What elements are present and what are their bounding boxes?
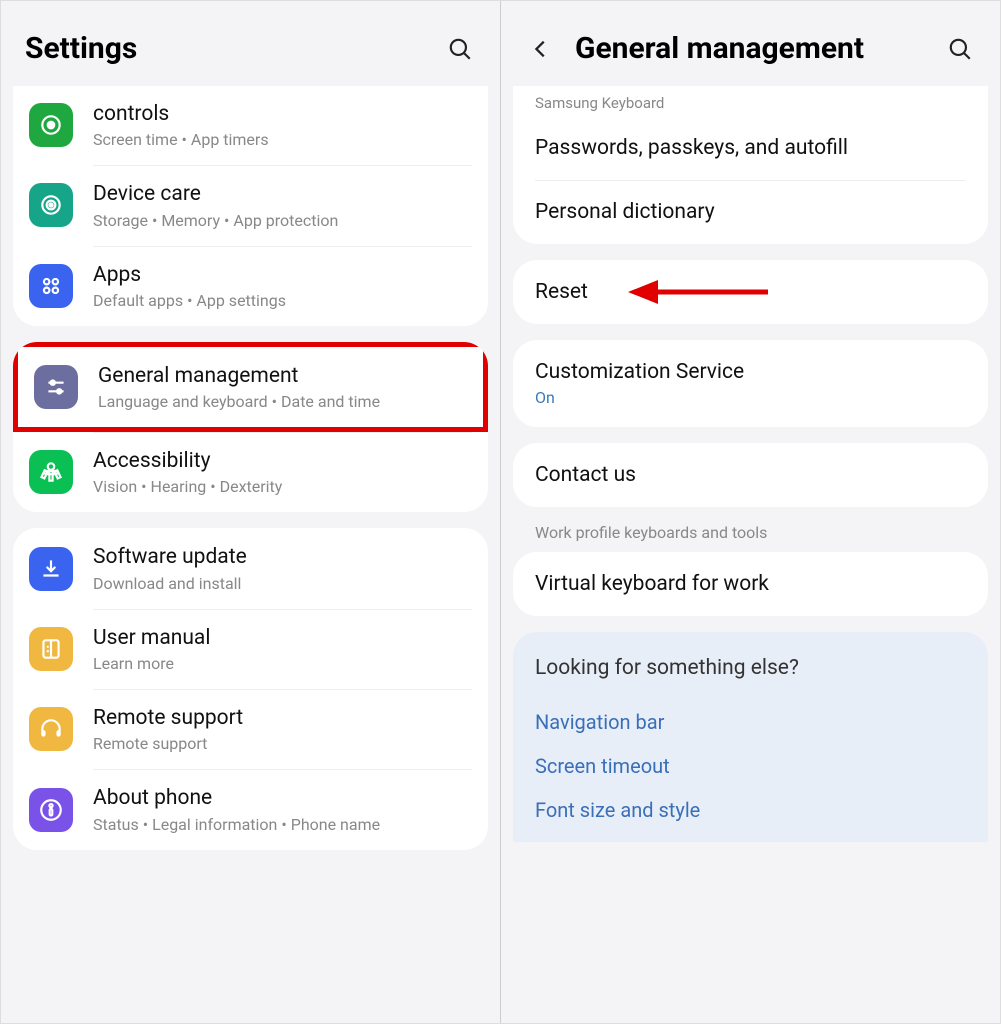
item-title: Customization Service bbox=[535, 360, 966, 384]
download-icon bbox=[29, 547, 73, 591]
gm-item-reset[interactable]: Reset bbox=[513, 260, 988, 324]
item-subtitle: Remote support bbox=[93, 734, 472, 753]
search-icon bbox=[947, 36, 973, 62]
item-title: Accessibility bbox=[93, 448, 472, 475]
book-icon bbox=[29, 627, 73, 671]
search-button[interactable] bbox=[944, 33, 976, 65]
gm-item-customization[interactable]: Customization Service On bbox=[513, 340, 988, 427]
settings-group: General management Language and keyboard… bbox=[13, 342, 488, 513]
grid-icon bbox=[29, 264, 73, 308]
info-icon bbox=[29, 788, 73, 832]
suggestions-card: Looking for something else? Navigation ba… bbox=[513, 632, 988, 842]
settings-item-digital-wellbeing[interactable]: controls Screen time • App timers bbox=[13, 86, 488, 165]
settings-title: Settings bbox=[25, 31, 444, 66]
settings-group: Software update Download and install Use… bbox=[13, 528, 488, 849]
suggestion-link[interactable]: Font size and style bbox=[535, 788, 966, 832]
item-title: Personal dictionary bbox=[535, 200, 966, 224]
item-text: Accessibility Vision • Hearing • Dexteri… bbox=[93, 448, 472, 496]
target-icon bbox=[29, 103, 73, 147]
radar-icon bbox=[29, 183, 73, 227]
gm-header: General management bbox=[501, 1, 1000, 86]
person-icon bbox=[29, 450, 73, 494]
item-text: Software update Download and install bbox=[93, 544, 472, 592]
samsung-keyboard-hint: Samsung Keyboard bbox=[513, 86, 988, 116]
item-title: Apps bbox=[93, 262, 472, 289]
gm-group: Customization Service On bbox=[513, 340, 988, 427]
item-subtitle: Default apps • App settings bbox=[93, 291, 472, 310]
search-button[interactable] bbox=[444, 33, 476, 65]
item-text: User manual Learn more bbox=[93, 625, 472, 673]
gm-title: General management bbox=[575, 31, 944, 66]
suggestion-link[interactable]: Navigation bar bbox=[535, 700, 966, 744]
item-title: User manual bbox=[93, 625, 472, 652]
settings-item-device-care[interactable]: Device care Storage • Memory • App prote… bbox=[13, 165, 488, 245]
item-text: Apps Default apps • App settings bbox=[93, 262, 472, 310]
item-title: Contact us bbox=[535, 463, 966, 487]
item-title: Virtual keyboard for work bbox=[535, 572, 966, 596]
headset-icon bbox=[29, 707, 73, 751]
settings-panel: Settings controls Screen time • App time… bbox=[1, 1, 500, 1023]
settings-item-remote-support[interactable]: Remote support Remote support bbox=[13, 689, 488, 769]
item-subtitle: Status • Legal information • Phone name bbox=[93, 815, 472, 834]
item-subtitle: Learn more bbox=[93, 654, 472, 673]
settings-item-about-phone[interactable]: About phone Status • Legal information •… bbox=[13, 769, 488, 849]
section-label: Work profile keyboards and tools bbox=[513, 523, 988, 552]
settings-group: controls Screen time • App timers Device… bbox=[13, 86, 488, 326]
sliders-icon bbox=[34, 365, 78, 409]
settings-item-general-management[interactable]: General management Language and keyboard… bbox=[13, 342, 488, 432]
settings-item-accessibility[interactable]: Accessibility Vision • Hearing • Dexteri… bbox=[13, 432, 488, 512]
suggestion-link[interactable]: Screen timeout bbox=[535, 744, 966, 788]
gm-list[interactable]: Samsung Keyboard Passwords, passkeys, and… bbox=[501, 86, 1000, 1023]
gm-group: Reset bbox=[513, 260, 988, 324]
item-subtitle: Screen time • App timers bbox=[93, 130, 472, 149]
item-text: General management Language and keyboard… bbox=[98, 363, 467, 411]
back-button[interactable] bbox=[525, 33, 557, 65]
item-subtitle: Vision • Hearing • Dexterity bbox=[93, 477, 472, 496]
general-management-panel: General management Samsung Keyboard Passw… bbox=[501, 1, 1000, 1023]
gm-group: Contact us bbox=[513, 443, 988, 507]
item-value: On bbox=[535, 388, 966, 407]
item-text: Remote support Remote support bbox=[93, 705, 472, 753]
gm-group: Samsung Keyboard Passwords, passkeys, and… bbox=[513, 86, 988, 244]
chevron-left-icon bbox=[530, 38, 552, 60]
settings-list[interactable]: controls Screen time • App timers Device… bbox=[1, 86, 500, 1023]
item-title: controls bbox=[93, 101, 472, 128]
item-title: Reset bbox=[535, 280, 966, 304]
item-title: General management bbox=[98, 363, 467, 390]
item-text: About phone Status • Legal information •… bbox=[93, 785, 472, 833]
item-subtitle: Storage • Memory • App protection bbox=[93, 211, 472, 230]
item-title: Passwords, passkeys, and autofill bbox=[535, 136, 966, 160]
item-text: Device care Storage • Memory • App prote… bbox=[93, 181, 472, 229]
settings-item-software-update[interactable]: Software update Download and install bbox=[13, 528, 488, 608]
item-subtitle: Download and install bbox=[93, 574, 472, 593]
search-icon bbox=[447, 36, 473, 62]
item-title: Software update bbox=[93, 544, 472, 571]
item-subtitle: Language and keyboard • Date and time bbox=[98, 392, 467, 411]
settings-item-apps[interactable]: Apps Default apps • App settings bbox=[13, 246, 488, 326]
item-title: Device care bbox=[93, 181, 472, 208]
item-title: Remote support bbox=[93, 705, 472, 732]
gm-item-dictionary[interactable]: Personal dictionary bbox=[513, 180, 988, 244]
item-text: controls Screen time • App timers bbox=[93, 101, 472, 149]
gm-item-virtual-keyboard-work[interactable]: Virtual keyboard for work bbox=[513, 552, 988, 616]
gm-group: Virtual keyboard for work bbox=[513, 552, 988, 616]
item-title: About phone bbox=[93, 785, 472, 812]
settings-item-user-manual[interactable]: User manual Learn more bbox=[13, 609, 488, 689]
suggestions-title: Looking for something else? bbox=[535, 656, 966, 680]
settings-header: Settings bbox=[1, 1, 500, 86]
gm-item-passwords[interactable]: Passwords, passkeys, and autofill bbox=[513, 116, 988, 180]
gm-item-contact[interactable]: Contact us bbox=[513, 443, 988, 507]
